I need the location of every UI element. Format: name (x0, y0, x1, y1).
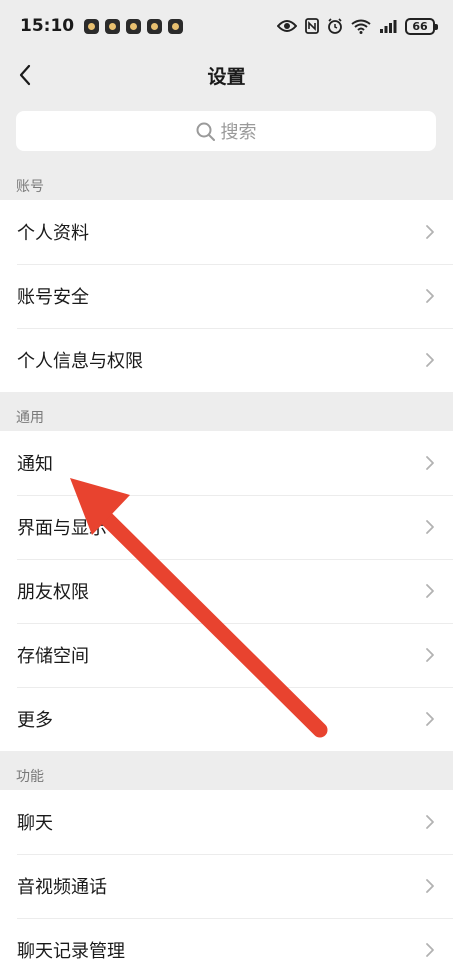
settings-item-label: 界面与显示 (17, 518, 107, 539)
app-notification-icon (168, 18, 184, 34)
settings-item-label: 聊天 (17, 813, 53, 834)
nfc-icon (305, 18, 319, 34)
settings-item-label: 账号安全 (17, 287, 89, 308)
search-input[interactable]: 搜索 (16, 111, 436, 151)
section-header-features: 功能 (16, 769, 44, 785)
chevron-right-icon (425, 711, 435, 727)
status-left: 15:10 (20, 16, 184, 36)
settings-group-features: 聊天 音视频通话 聊天记录管理 (0, 790, 453, 977)
battery-icon: 66 (405, 17, 438, 35)
status-bar: 15:10 66 (0, 0, 453, 52)
chevron-right-icon (425, 224, 435, 240)
settings-item-label: 聊天记录管理 (17, 941, 125, 962)
alarm-icon (327, 18, 343, 34)
chevron-right-icon (425, 878, 435, 894)
settings-item-account-security[interactable]: 账号安全 (0, 264, 453, 328)
settings-item-profile[interactable]: 个人资料 (0, 200, 453, 264)
chevron-right-icon (425, 519, 435, 535)
chevron-right-icon (425, 455, 435, 471)
settings-item-chat-history[interactable]: 聊天记录管理 (0, 918, 453, 977)
signal-icon (379, 19, 397, 33)
chevron-right-icon (425, 288, 435, 304)
app-notification-icon (84, 18, 100, 34)
app-notification-icon (147, 18, 163, 34)
settings-group-general: 通知 界面与显示 朋友权限 存储空间 更多 (0, 431, 453, 751)
chevron-right-icon (425, 352, 435, 368)
settings-item-display[interactable]: 界面与显示 (0, 495, 453, 559)
eye-icon (277, 19, 297, 33)
settings-item-label: 个人信息与权限 (17, 351, 143, 372)
settings-item-label: 存储空间 (17, 646, 89, 667)
chevron-right-icon (425, 583, 435, 599)
settings-item-label: 更多 (17, 710, 53, 731)
status-time: 15:10 (20, 16, 75, 36)
settings-item-more[interactable]: 更多 (0, 687, 453, 751)
settings-item-privacy-permissions[interactable]: 个人信息与权限 (0, 328, 453, 392)
settings-group-account: 个人资料 账号安全 个人信息与权限 (0, 200, 453, 392)
settings-item-label: 音视频通话 (17, 877, 107, 898)
settings-item-chat[interactable]: 聊天 (0, 790, 453, 854)
app-notification-icon (126, 18, 142, 34)
settings-item-label: 朋友权限 (17, 582, 89, 603)
search-placeholder: 搜索 (220, 122, 257, 143)
wifi-icon (351, 19, 371, 34)
status-right: 66 (277, 17, 438, 35)
search-icon (196, 122, 215, 141)
settings-item-storage[interactable]: 存储空间 (0, 623, 453, 687)
nav-bar: 设置 (0, 52, 453, 98)
chevron-right-icon (425, 942, 435, 958)
app-notification-icon (105, 18, 121, 34)
settings-item-label: 个人资料 (17, 223, 89, 244)
settings-item-av-calls[interactable]: 音视频通话 (0, 854, 453, 918)
settings-item-label: 通知 (17, 454, 53, 475)
page-title: 设置 (207, 66, 246, 88)
section-header-account: 账号 (16, 179, 44, 195)
chevron-right-icon (425, 647, 435, 663)
section-header-general: 通用 (16, 410, 44, 426)
settings-item-notifications[interactable]: 通知 (0, 431, 453, 495)
settings-item-friend-permissions[interactable]: 朋友权限 (0, 559, 453, 623)
chevron-right-icon (425, 814, 435, 830)
